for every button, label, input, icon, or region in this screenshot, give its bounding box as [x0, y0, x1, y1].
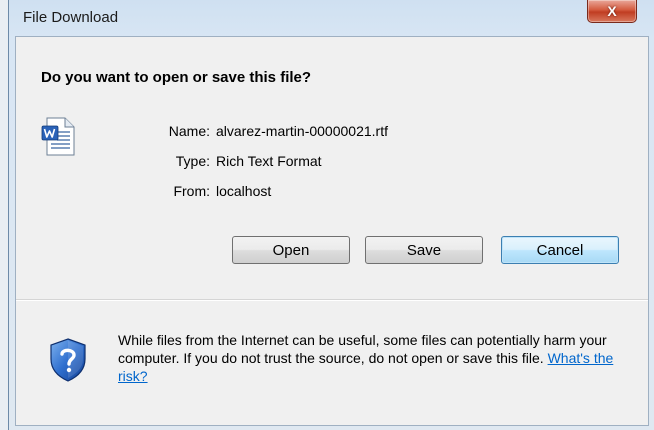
security-warning: While files from the Internet can be use… [118, 331, 628, 385]
warning-text: While files from the Internet can be use… [118, 332, 607, 366]
file-from-label: From: [173, 183, 210, 199]
save-button[interactable]: Save [365, 236, 483, 264]
cancel-button[interactable]: Cancel [501, 236, 619, 264]
close-button[interactable]: X [587, 0, 637, 23]
file-type-value: Rich Text Format [216, 153, 322, 169]
file-from-value: localhost [216, 183, 272, 199]
file-type-label: Type: [175, 153, 210, 169]
dialog-body: Do you want to open or save this file? N… [15, 36, 649, 426]
file-name-value: alvarez-martin-00000021.rtf [216, 123, 388, 139]
shield-question-icon [50, 338, 86, 382]
window-title: File Download [23, 9, 119, 26]
close-icon: X [607, 3, 617, 19]
file-name-row: Name: alvarez-martin-00000021.rtf [16, 123, 648, 141]
file-name-label: Name: [168, 123, 210, 139]
file-download-window: File Download X Do you want to open or s… [8, 0, 654, 430]
file-from-row: From: localhost [16, 183, 648, 201]
title-bar[interactable]: File Download X [9, 0, 654, 36]
file-type-row: Type: Rich Text Format [16, 153, 648, 171]
open-button[interactable]: Open [232, 236, 350, 264]
section-divider-highlight [16, 300, 648, 301]
dialog-question: Do you want to open or save this file? [41, 69, 312, 86]
